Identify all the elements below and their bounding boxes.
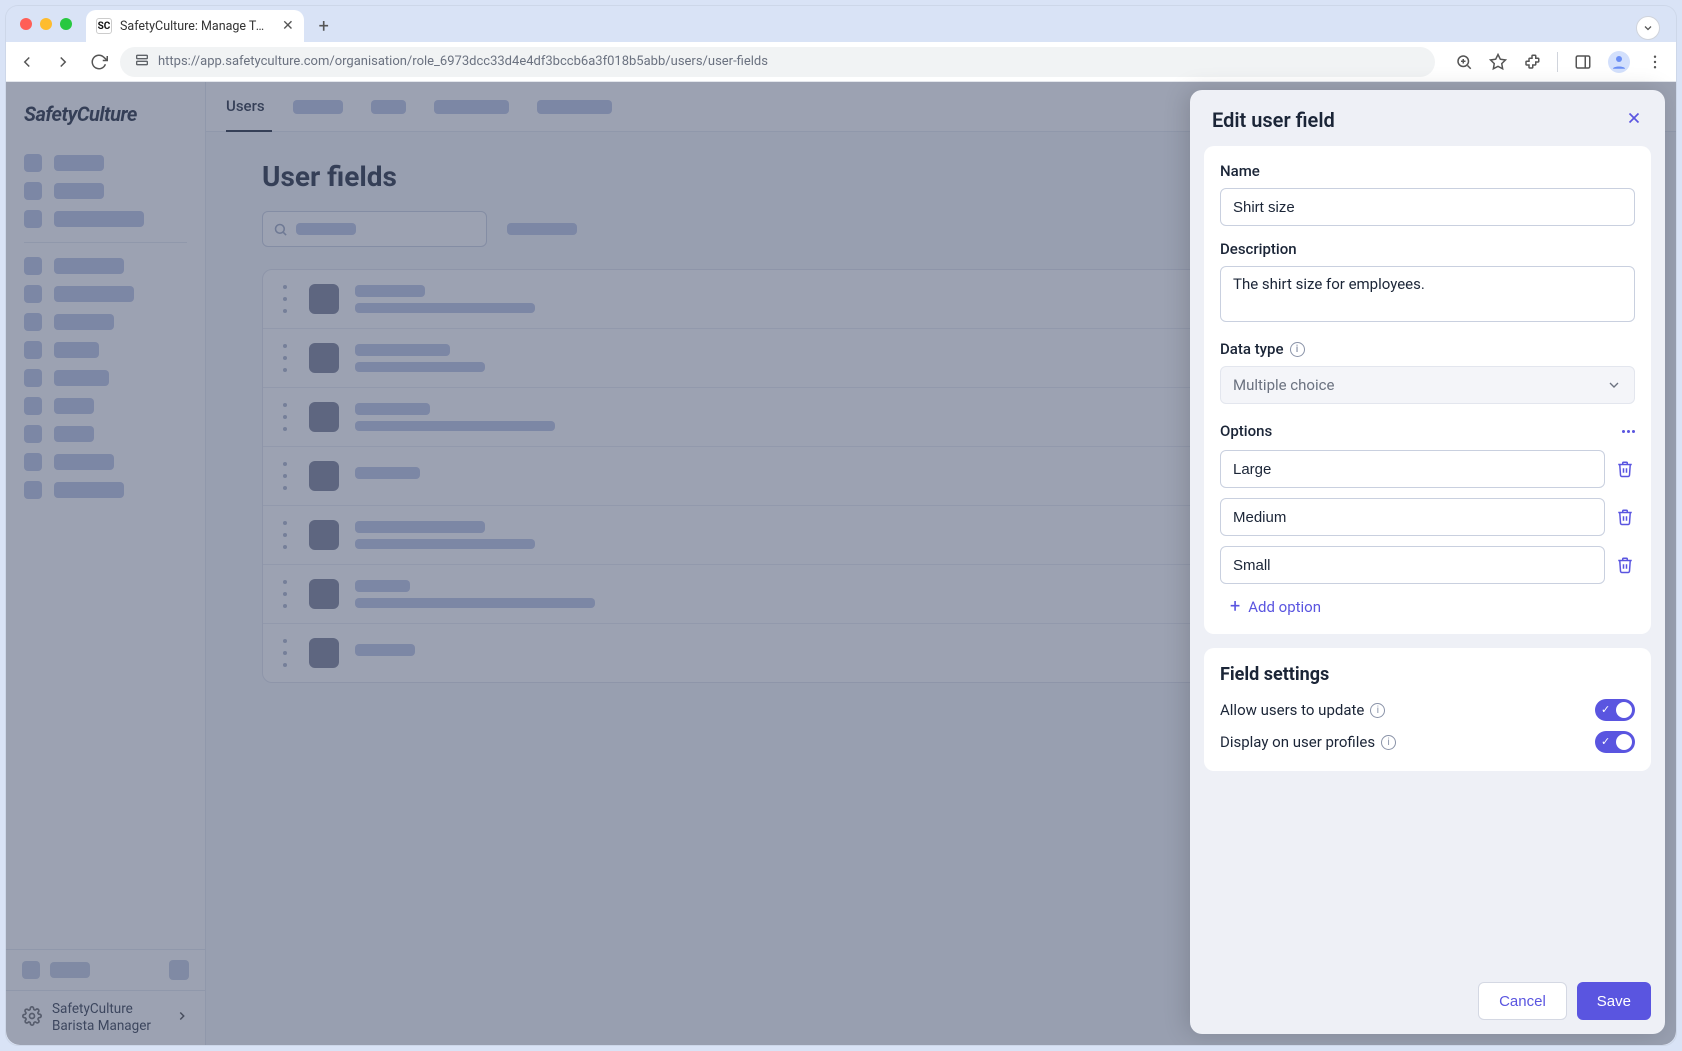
drag-handle-icon[interactable] (283, 403, 293, 431)
kebab-menu-icon[interactable] (1646, 53, 1664, 71)
display-profiles-toggle[interactable]: ✓ (1595, 731, 1635, 753)
tab-placeholder[interactable] (537, 100, 612, 114)
allow-update-label: Allow users to update i (1220, 701, 1385, 719)
drag-handle-icon[interactable] (283, 521, 293, 549)
drag-handle-icon[interactable] (283, 639, 293, 667)
drag-handle-icon[interactable] (283, 580, 293, 608)
panel-close-button[interactable] (1625, 109, 1643, 132)
tab-placeholder[interactable] (371, 100, 406, 114)
window-min-dot[interactable] (40, 18, 52, 30)
url-field[interactable]: https://app.safetyculture.com/organisati… (120, 47, 1435, 77)
drag-handle-icon[interactable] (283, 462, 293, 490)
info-icon[interactable]: i (1381, 735, 1396, 750)
drag-handle-icon[interactable] (283, 344, 293, 372)
sidebar: SafetyCulture (6, 82, 206, 1045)
option-input[interactable] (1220, 498, 1605, 536)
tab-placeholder[interactable] (293, 100, 343, 114)
tab-close-icon[interactable]: ✕ (282, 18, 294, 34)
data-type-select[interactable]: Multiple choice (1220, 366, 1635, 404)
profile-avatar-icon[interactable] (1608, 51, 1630, 73)
app-logo: SafetyCulture (6, 82, 205, 138)
options-menu-icon[interactable] (1622, 430, 1635, 433)
delete-option-button[interactable] (1615, 508, 1635, 526)
gear-icon (22, 1006, 42, 1030)
option-input[interactable] (1220, 546, 1605, 584)
chevron-down-icon (1606, 377, 1622, 393)
form-card: Name Description Data type i Multiple ch… (1204, 146, 1651, 634)
tab-placeholder[interactable] (434, 100, 509, 114)
tab-users[interactable]: Users (226, 97, 265, 117)
window-dropdown-icon[interactable] (1636, 16, 1660, 40)
name-input[interactable] (1220, 188, 1635, 226)
display-profiles-label: Display on user profiles i (1220, 733, 1396, 751)
nav-forward-icon[interactable] (54, 53, 72, 71)
sidepanel-icon[interactable] (1574, 53, 1592, 71)
browser-tab[interactable]: SC SafetyCulture: Manage Teams and... ✕ (86, 10, 304, 42)
panel-title: Edit user field (1212, 108, 1335, 132)
org-role: Barista Manager (52, 1018, 151, 1035)
edit-field-panel: Edit user field Name Description Data ty… (1190, 90, 1665, 1034)
favicon-icon: SC (96, 18, 112, 34)
option-input[interactable] (1220, 450, 1605, 488)
allow-update-toggle[interactable]: ✓ (1595, 699, 1635, 721)
new-tab-button[interactable]: + (310, 12, 338, 40)
url-text: https://app.safetyculture.com/organisati… (158, 54, 768, 69)
data-type-value: Multiple choice (1233, 376, 1334, 394)
org-switcher[interactable]: SafetyCulture Barista Manager (6, 991, 205, 1045)
bookmark-star-icon[interactable] (1489, 53, 1507, 71)
site-settings-icon[interactable] (134, 52, 150, 72)
add-option-button[interactable]: + Add option (1230, 598, 1635, 616)
save-button[interactable]: Save (1577, 982, 1651, 1020)
description-input[interactable] (1220, 266, 1635, 322)
tab-title: SafetyCulture: Manage Teams and... (120, 19, 270, 34)
sidebar-footer: SafetyCulture Barista Manager (6, 949, 205, 1045)
info-icon[interactable]: i (1290, 342, 1305, 357)
field-settings-title: Field settings (1220, 664, 1635, 685)
options-label: Options (1220, 422, 1272, 440)
search-icon (273, 222, 288, 237)
info-icon[interactable]: i (1370, 703, 1385, 718)
option-row (1220, 498, 1635, 536)
extensions-icon[interactable] (1523, 53, 1541, 71)
drag-handle-icon[interactable] (283, 285, 293, 313)
sidebar-nav (6, 138, 205, 949)
field-settings-card: Field settings Allow users to update i ✓… (1204, 648, 1651, 771)
zoom-icon[interactable] (1455, 53, 1473, 71)
window-max-dot[interactable] (60, 18, 72, 30)
nav-reload-icon[interactable] (90, 53, 108, 71)
data-type-label: Data type i (1220, 340, 1635, 358)
traffic-lights (20, 18, 72, 30)
window-close-dot[interactable] (20, 18, 32, 30)
name-label: Name (1220, 162, 1635, 180)
plus-icon: + (1230, 598, 1240, 616)
delete-option-button[interactable] (1615, 556, 1635, 574)
option-row (1220, 546, 1635, 584)
search-input[interactable] (262, 211, 487, 247)
org-name: SafetyCulture (52, 1001, 151, 1018)
browser-chrome: SC SafetyCulture: Manage Teams and... ✕ … (6, 6, 1676, 82)
chevron-right-icon (175, 1009, 189, 1027)
nav-back-icon[interactable] (18, 53, 36, 71)
cancel-button[interactable]: Cancel (1478, 982, 1567, 1020)
option-row (1220, 450, 1635, 488)
description-label: Description (1220, 240, 1635, 258)
toolbar-separator (1557, 52, 1558, 72)
delete-option-button[interactable] (1615, 460, 1635, 478)
